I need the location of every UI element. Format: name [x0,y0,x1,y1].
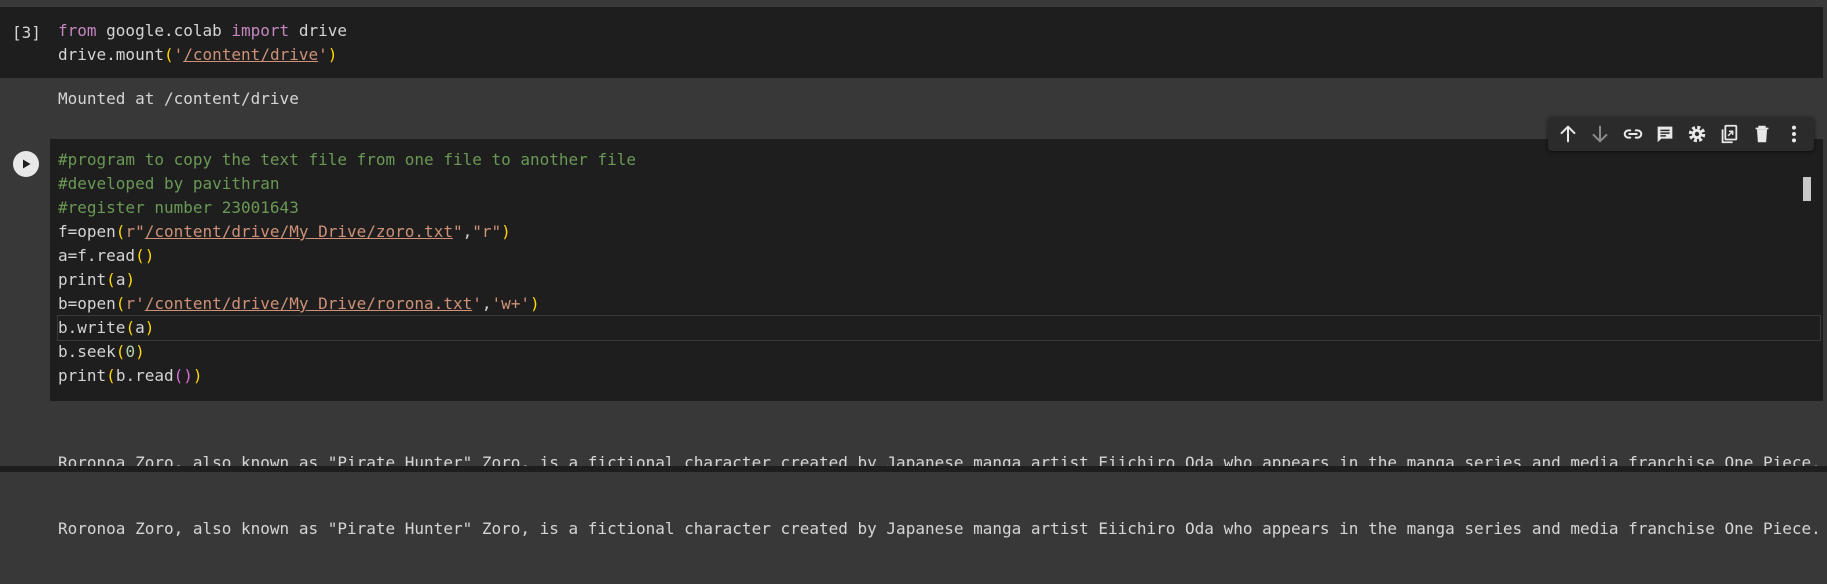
play-icon [23,159,31,169]
code-token: /content/drive [183,45,319,64]
code-token: ( [106,366,116,385]
code-line[interactable]: f=open(r"/content/drive/My Drive/zoro.tx… [58,220,1820,244]
code-line[interactable]: print(a) [58,268,1820,292]
code-token: 0 [125,342,136,361]
move-cell-up-button[interactable] [1554,120,1582,148]
run-cell-button[interactable] [13,151,39,177]
code-token: ' [173,45,184,64]
code-line[interactable]: #developed by pavithran [58,172,1820,196]
code-token: b.write [58,318,126,337]
output-text: Roronoa Zoro, also known as "Pirate Hunt… [58,408,1821,584]
more-actions-button[interactable] [1780,120,1808,148]
code-token: , [462,222,473,241]
move-cell-down-button[interactable] [1586,120,1614,148]
cell-output: Roronoa Zoro, also known as "Pirate Hunt… [0,401,1823,538]
code-token: ' [472,294,482,313]
execution-count: [3] [12,23,41,42]
code-line[interactable]: #register number 23001643 [58,196,1820,220]
code-token: drive.mount [58,45,164,64]
code-token: a [115,270,126,289]
code-token: from [58,21,97,40]
mirror-cell-icon [1722,124,1738,144]
bottom-edge [0,466,1827,472]
code-token: ' [318,45,328,64]
code-token: () [135,246,155,265]
code-token: ) [125,270,136,289]
code-token: google.colab [96,21,232,40]
code-token: a [135,318,145,337]
code-token: #program to copy the text file from one … [58,150,636,169]
code-token: ( [125,318,136,337]
code-token: f=open [58,222,116,241]
code-token: /content/drive/My Drive/zoro.txt [144,222,453,241]
code-editor[interactable]: from google.colab import drive drive.moun… [58,19,347,67]
code-line[interactable]: b.write(a) [57,315,1821,341]
code-token: #developed by pavithran [58,174,280,193]
code-token: b.seek [58,342,116,361]
code-line[interactable]: drive.mount('/content/drive') [58,43,347,67]
code-token: ( [106,270,116,289]
code-token: "r" [472,222,502,241]
code-line[interactable]: b=open(r'/content/drive/My Drive/rorona.… [58,292,1820,316]
code-line[interactable]: print(b.read()) [58,364,1820,388]
code-line[interactable]: b.seek(0) [58,340,1820,364]
code-token: import [231,21,290,40]
move-up-icon [1560,125,1576,143]
editor-scrollbar-thumb[interactable] [1803,177,1811,201]
link-icon [1623,129,1642,139]
comment-icon [1657,126,1673,143]
code-token: () [173,366,193,385]
code-token: a=f.read [58,246,136,265]
delete-icon [1755,125,1769,143]
code-token: ) [144,318,155,337]
code-token: ( [115,294,126,313]
code-token: ) [501,222,511,241]
code-editor[interactable]: #program to copy the text file from one … [57,148,1821,388]
code-token: ( [115,222,126,241]
copy-link-button[interactable] [1619,120,1647,148]
code-token: r" [125,222,145,241]
code-token: ) [135,342,145,361]
code-line[interactable]: #program to copy the text file from one … [58,148,1820,172]
settings-icon [1688,125,1706,143]
code-token: ) [192,366,203,385]
code-token: ( [163,45,174,64]
code-token: ) [327,45,338,64]
code-token: r' [125,294,145,313]
code-token: print [58,366,107,385]
delete-cell-button[interactable] [1748,120,1776,148]
cell-toolbar [1548,117,1814,151]
more-vert-icon [1791,125,1796,143]
code-line[interactable]: a=f.read() [58,244,1820,268]
code-cell-file-copy[interactable]: #program to copy the text file from one … [0,139,1823,401]
code-token: /content/drive/My Drive/rorona.txt [144,294,473,313]
code-token: b=open [58,294,116,313]
code-token: ( [115,342,126,361]
code-token: , [481,294,492,313]
mirror-cell-button[interactable] [1715,120,1743,148]
code-token: drive [289,21,347,40]
code-token: b.read [115,366,174,385]
top-edge [0,0,1827,7]
cell-gutter [0,139,50,401]
add-comment-button[interactable] [1651,120,1679,148]
output-text: Mounted at /content/drive [58,89,299,108]
code-token: #register number 23001643 [58,198,299,217]
code-token: 'w+' [491,294,531,313]
code-line[interactable]: from google.colab import drive [58,19,347,43]
move-down-icon [1592,125,1608,143]
output-line: Roronoa Zoro, also known as "Pirate Hunt… [58,519,1821,538]
code-token: print [58,270,107,289]
code-token: ) [530,294,540,313]
editor-settings-button[interactable] [1683,120,1711,148]
code-token: " [452,222,463,241]
code-cell-drive-mount[interactable]: [3] from google.colab import drive drive.… [0,7,1823,78]
